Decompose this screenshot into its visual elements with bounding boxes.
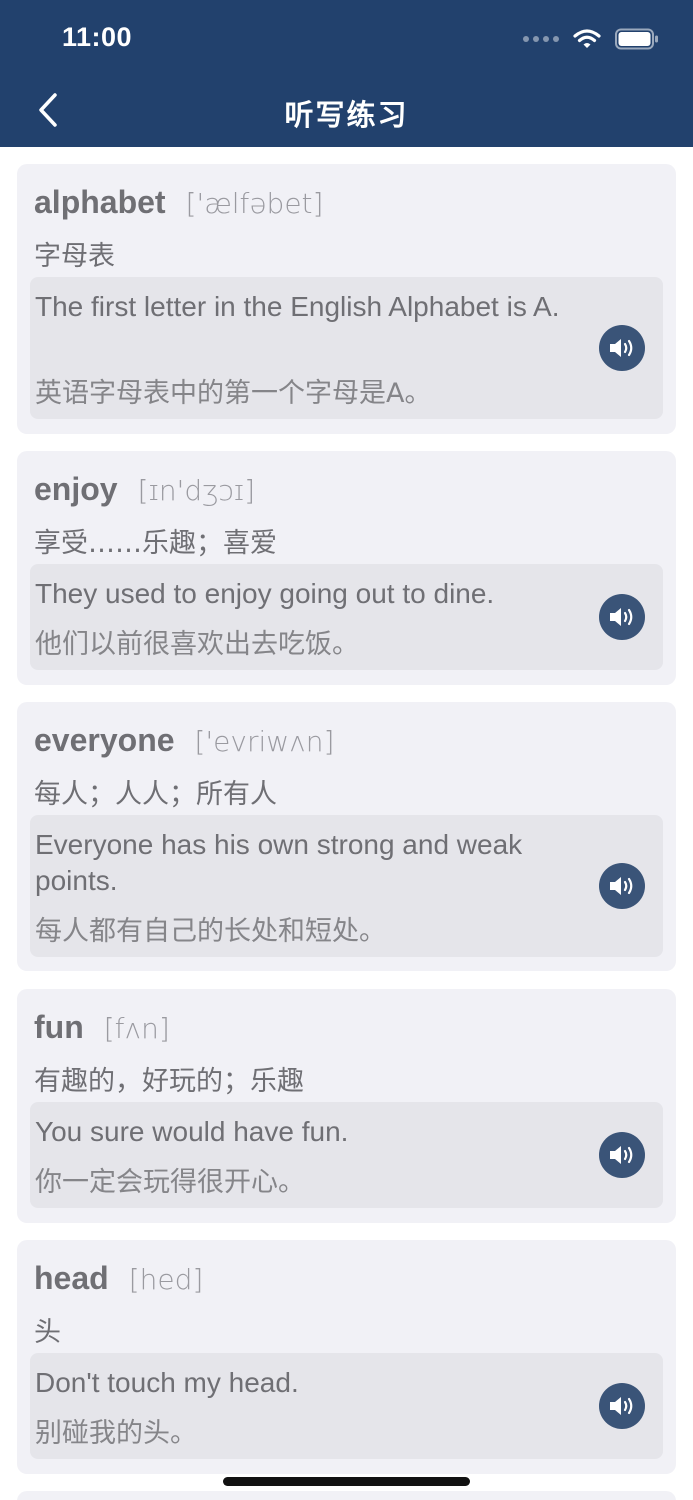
phonetic: [fʌn] [103, 1012, 170, 1045]
play-audio-button[interactable] [599, 594, 645, 640]
word: enjoy [34, 471, 118, 507]
status-icons [523, 24, 659, 54]
word-card[interactable]: enjoy [ɪn'dʒɔɪ] 享受……乐趣；喜爱 They used to e… [17, 451, 676, 685]
meaning: 有趣的，好玩的；乐趣 [34, 1066, 304, 1097]
word-card[interactable]: head [hed] 头 Don't touch my head. 别碰我的头。 [17, 1240, 676, 1474]
example-box: Don't touch my head. 别碰我的头。 [30, 1353, 663, 1459]
meaning: 字母表 [34, 241, 115, 272]
signal-icon [523, 36, 559, 42]
page-title: 听写练习 [284, 100, 409, 132]
speaker-icon [610, 877, 633, 895]
example-en: Don't touch my head. [35, 1367, 299, 1398]
word: everyone [34, 722, 175, 758]
word-list[interactable]: alphabet ['ælfəbet] 字母表 The first letter… [0, 147, 693, 1500]
example-box: The first letter in the English Alphabet… [30, 277, 663, 419]
battery-icon [615, 28, 658, 50]
word-card[interactable]: alphabet ['ælfəbet] 字母表 The first letter… [17, 164, 676, 434]
example-box: They used to enjoy going out to dine. 他们… [30, 564, 663, 670]
play-audio-button[interactable] [599, 325, 645, 371]
phonetic: ['evriwʌn] [194, 725, 335, 758]
example-zh: 你一定会玩得很开心。 [35, 1167, 305, 1198]
example-en: The first letter in the English Alphabet… [35, 291, 560, 322]
example-zh: 英语字母表中的第一个字母是A。 [35, 378, 432, 409]
example-en: Everyone has his own strong and weak poi… [35, 829, 523, 896]
phonetic: [hed] [128, 1263, 204, 1296]
word: head [34, 1260, 109, 1296]
speaker-icon [610, 339, 633, 357]
word-card[interactable]: everyone ['evriwʌn] 每人；人人；所有人 Everyone h… [17, 702, 676, 971]
phonetic: ['ælfəbet] [185, 187, 324, 220]
play-audio-button[interactable] [599, 1132, 645, 1178]
meaning: 每人；人人；所有人 [34, 779, 277, 810]
word: alphabet [34, 184, 166, 220]
example-box: Everyone has his own strong and weak poi… [30, 815, 663, 957]
phonetic: [ɪn'dʒɔɪ] [137, 474, 256, 507]
nav-header: 11:00 听写练习 [0, 0, 693, 147]
example-zh: 他们以前很喜欢出去吃饭。 [35, 629, 359, 660]
meaning: 享受……乐趣；喜爱 [34, 528, 277, 559]
example-zh: 每人都有自己的长处和短处。 [35, 916, 386, 947]
status-time: 11:00 [62, 22, 133, 52]
speaker-icon [610, 1397, 633, 1415]
speaker-icon [610, 1146, 633, 1164]
play-audio-button[interactable] [599, 1383, 645, 1429]
word: fun [34, 1009, 84, 1045]
wifi-icon [573, 29, 601, 48]
play-audio-button[interactable] [599, 863, 645, 909]
word-card[interactable]: fun [fʌn] 有趣的，好玩的；乐趣 You sure would have… [17, 989, 676, 1223]
word-card[interactable] [17, 1491, 676, 1500]
example-en: They used to enjoy going out to dine. [35, 578, 495, 609]
example-zh: 别碰我的头。 [35, 1418, 197, 1449]
meaning: 头 [34, 1317, 61, 1348]
speaker-icon [610, 608, 633, 626]
example-en: You sure would have fun. [35, 1116, 349, 1147]
example-box: You sure would have fun. 你一定会玩得很开心。 [30, 1102, 663, 1208]
home-indicator[interactable] [223, 1477, 470, 1486]
